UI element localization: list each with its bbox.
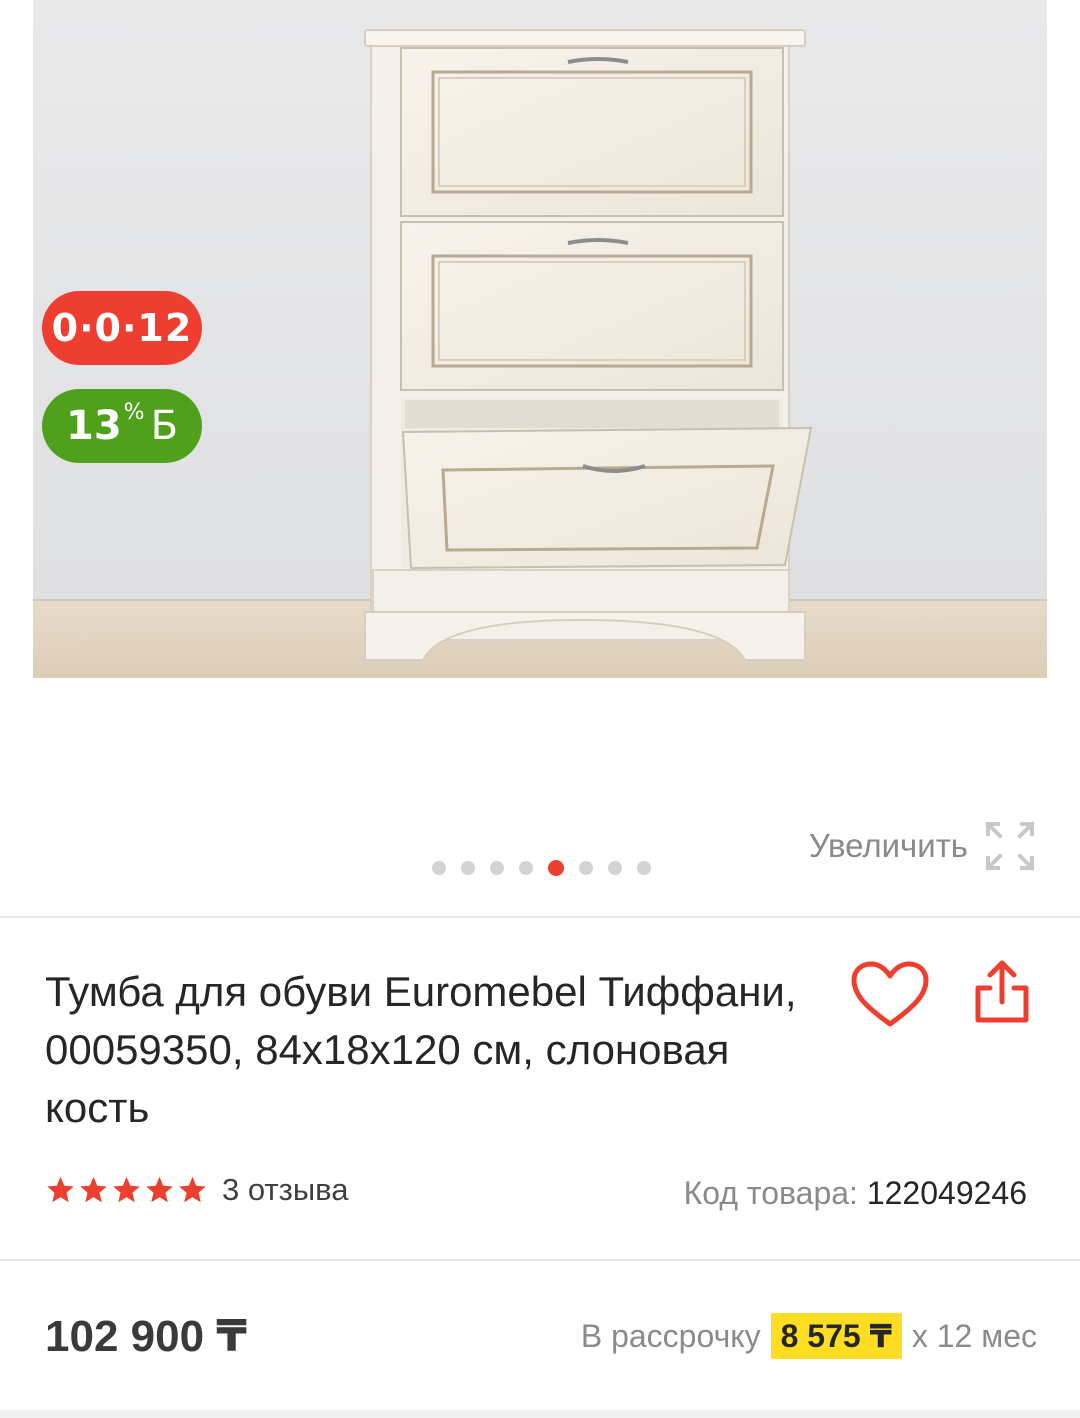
pagination-dot[interactable] [548, 860, 564, 876]
star-icon [47, 1176, 74, 1203]
pagination-dot[interactable] [461, 861, 475, 875]
divider [0, 916, 1080, 918]
installment-term: х 12 мес [911, 1317, 1037, 1354]
bonus-symbol: Б [150, 403, 179, 449]
product-price: 102 900 ₸ [45, 1312, 247, 1361]
gallery-pagination[interactable] [432, 860, 651, 876]
favorite-button[interactable] [850, 960, 930, 1030]
divider [0, 1259, 1080, 1261]
share-icon [975, 960, 1029, 1023]
pagination-dot[interactable] [579, 861, 593, 875]
expand-icon [985, 821, 1035, 871]
bonus-value: 13 [65, 403, 122, 449]
zoom-label: Увеличить [808, 827, 968, 864]
rating-stars [45, 1175, 208, 1205]
product-code-label: Код товара: [683, 1175, 858, 1211]
product-code-value: 122049246 [866, 1175, 1027, 1211]
installment-info[interactable]: В рассрочку 8 575 ₸ х 12 мес [581, 1313, 1037, 1359]
product-title: Тумба для обуви Euromebel Тиффани, 00059… [45, 968, 797, 1131]
bonus-percent: % [123, 399, 145, 425]
star-icon [113, 1176, 140, 1203]
pagination-dot[interactable] [490, 861, 504, 875]
heart-icon [851, 961, 929, 1027]
pagination-dot[interactable] [519, 861, 533, 875]
divider [0, 1410, 1080, 1418]
product-code: Код товара: 122049246 [684, 1175, 1027, 1212]
installment-prefix: В рассрочку [580, 1317, 761, 1354]
pagination-dot[interactable] [432, 861, 446, 875]
share-button[interactable] [968, 958, 1036, 1028]
pagination-dot[interactable] [608, 861, 622, 875]
zoom-button[interactable]: Увеличить [809, 820, 1036, 872]
installment-badge: 0·0·12 [42, 291, 202, 365]
rating-block[interactable]: 3 отзыва [45, 1172, 348, 1208]
star-icon [80, 1176, 107, 1203]
product-gallery[interactable]: 0·0·12 13% Б Увеличить [0, 0, 1080, 916]
star-icon [179, 1176, 206, 1203]
pagination-dot[interactable] [637, 861, 651, 875]
installment-amount: 8 575 ₸ [770, 1313, 902, 1359]
reviews-link[interactable]: 3 отзыва [222, 1172, 348, 1208]
bonus-badge: 13% Б [42, 389, 202, 463]
star-icon [146, 1176, 173, 1203]
